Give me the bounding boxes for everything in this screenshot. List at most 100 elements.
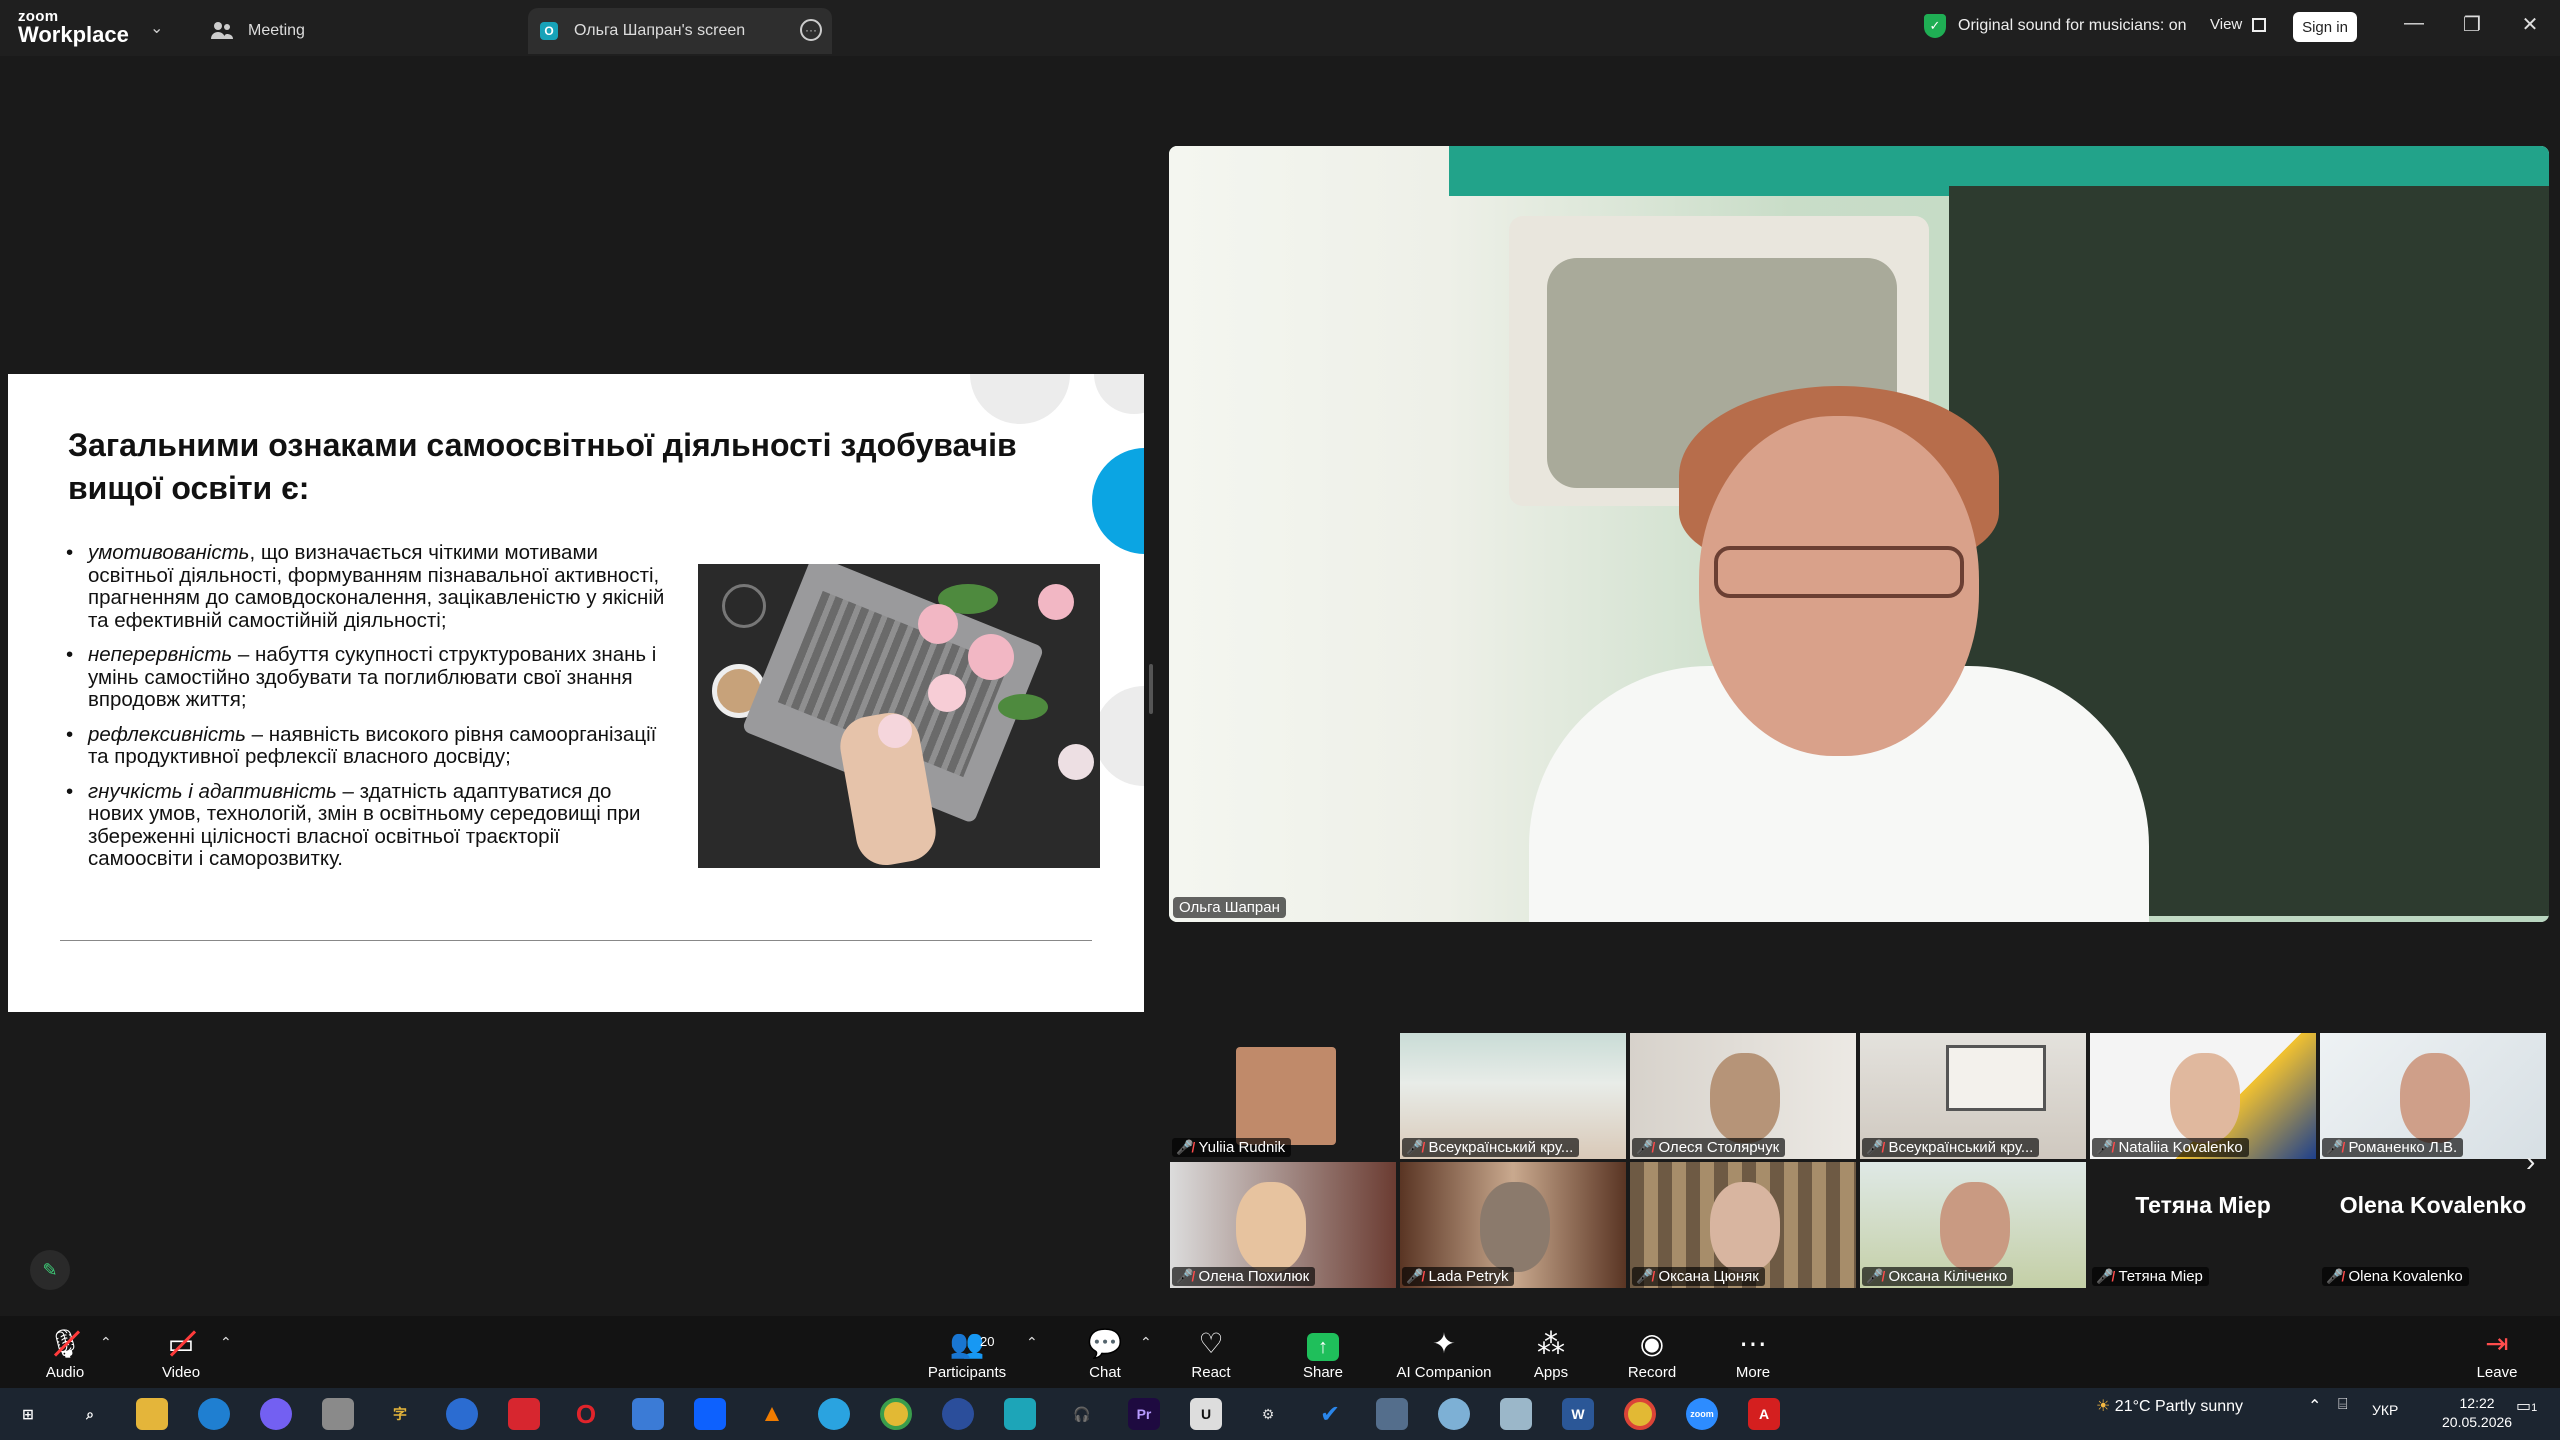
mic-muted-icon: 🎤̸ <box>2326 1268 2344 1284</box>
telegram-icon[interactable] <box>818 1398 850 1430</box>
partly-sunny-icon: ☀ <box>2096 1398 2111 1415</box>
participant-tile[interactable]: 🎤̸ Романенко Л.В. <box>2320 1033 2546 1159</box>
mic-muted-icon: 🎤̸ <box>1176 1139 1194 1155</box>
app-icon[interactable] <box>322 1398 354 1430</box>
view-button[interactable]: View <box>2210 16 2267 33</box>
headset-icon[interactable]: 🎧 <box>1066 1398 1098 1430</box>
apps-icon: ⁂ <box>1537 1328 1565 1359</box>
apps-button[interactable]: ⁂ Apps <box>1496 1326 1606 1381</box>
participant-tile[interactable]: 🎤̸ Всеукраїнський кру... <box>1400 1033 1626 1159</box>
leave-button[interactable]: ⇥ Leave <box>2442 1326 2552 1381</box>
chevron-up-icon[interactable]: ⌃ <box>1140 1334 1152 1351</box>
mic-muted-icon: 🎤̸ <box>1866 1268 1884 1284</box>
decor-circle <box>1094 686 1144 786</box>
speaker-name-label: Ольга Шапран <box>1173 897 1286 918</box>
mic-muted-icon: 🎤̸ <box>1866 1139 1884 1155</box>
chrome-icon[interactable] <box>880 1398 912 1430</box>
app-icon[interactable] <box>1500 1398 1532 1430</box>
original-sound-indicator[interactable]: ✓ Original sound for musicians: on <box>1924 14 2187 38</box>
mic-muted-icon: 🎤̸ <box>1636 1139 1654 1155</box>
store-icon[interactable] <box>632 1398 664 1430</box>
chevron-up-icon[interactable]: ⌃ <box>1026 1334 1038 1351</box>
weather-widget[interactable]: ☀ 21°C Partly sunny <box>2096 1396 2243 1416</box>
app-icon[interactable] <box>1376 1398 1408 1430</box>
acrobat-icon[interactable]: A <box>1748 1398 1780 1430</box>
participant-tile[interactable]: 🎤̸ Оксана Цюняк <box>1630 1162 1856 1288</box>
minimize-icon[interactable]: — <box>2394 12 2434 35</box>
avatar: O <box>540 22 558 40</box>
zoom-icon[interactable]: zoom <box>1686 1398 1718 1430</box>
more-button[interactable]: ⋯ More <box>1698 1326 1808 1381</box>
participant-tile[interactable]: 🎤̸ Lada Petryk <box>1400 1162 1626 1288</box>
laptop-flowers-photo <box>698 564 1100 868</box>
chevron-up-icon[interactable]: ⌃ <box>220 1334 232 1351</box>
slide-bullet-list: умотивованість, що визначається чіткими … <box>66 541 666 883</box>
participants-icon: 👥 20 <box>949 1328 995 1359</box>
tab-shared-screen[interactable]: O Ольга Шапран's screen ··· <box>528 8 832 54</box>
share-button[interactable]: ↑ Share <box>1268 1326 1378 1381</box>
shield-check-icon: ✓ <box>1924 14 1946 38</box>
more-options-icon[interactable]: ··· <box>800 19 822 41</box>
steam-icon[interactable]: ⚙ <box>1252 1398 1284 1430</box>
app-icon[interactable] <box>446 1398 478 1430</box>
participant-tile[interactable]: Тетяна Міер 🎤̸ Тетяна Міер <box>2090 1162 2316 1288</box>
vlc-icon[interactable]: ▲ <box>756 1398 788 1430</box>
dropbox-icon[interactable] <box>694 1398 726 1430</box>
sparkle-icon: ✦ <box>1432 1328 1456 1359</box>
participant-tile[interactable]: 🎤̸ Yuliia Rudnik <box>1170 1033 1396 1159</box>
participant-tile[interactable]: 🎤̸ Олена Похилюк <box>1170 1162 1396 1288</box>
edge-icon[interactable] <box>198 1398 230 1430</box>
todo-check-icon[interactable]: ✔ <box>1314 1398 1346 1430</box>
app-icon[interactable]: U <box>1190 1398 1222 1430</box>
word-icon[interactable]: W <box>1562 1398 1594 1430</box>
tab-meeting[interactable]: Meeting <box>210 8 510 54</box>
participants-button[interactable]: 👥 20 Participants <box>912 1326 1022 1381</box>
decor-circle <box>1094 374 1144 414</box>
list-item: гнучкість і адаптивність – здатність ада… <box>66 780 666 871</box>
chrome-icon[interactable] <box>1624 1398 1656 1430</box>
search-icon[interactable]: ⌕ <box>74 1398 106 1430</box>
active-speaker-video[interactable]: Ольга Шапран <box>1169 146 2549 922</box>
react-button[interactable]: ♡ React <box>1156 1326 1266 1381</box>
language-indicator[interactable]: УКР <box>2372 1402 2398 1418</box>
split-resize-handle[interactable] <box>1149 664 1153 714</box>
windows-start-icon[interactable]: ⊞ <box>12 1398 44 1430</box>
title-bar: zoom Workplace ⌄ Meeting O Ольга Шапран'… <box>0 0 2560 56</box>
annotate-pen-icon[interactable]: ✎ <box>30 1250 70 1290</box>
clock[interactable]: 12:22 20.05.2026 <box>2442 1394 2512 1432</box>
participant-tile[interactable]: Olena Kovalenko 🎤̸ Olena Kovalenko <box>2320 1162 2546 1288</box>
record-button[interactable]: ◉ Record <box>1597 1326 1707 1381</box>
app-icon[interactable] <box>508 1398 540 1430</box>
chevron-up-icon[interactable]: ⌃ <box>2308 1396 2321 1416</box>
record-icon: ◉ <box>1639 1328 1665 1359</box>
file-explorer-icon[interactable] <box>136 1398 168 1430</box>
grid-icon <box>2252 17 2267 32</box>
notification-icon[interactable]: ▭1 <box>2516 1396 2537 1416</box>
close-icon[interactable]: ✕ <box>2510 12 2550 37</box>
mic-muted-icon: 🎤̸ <box>1406 1268 1424 1284</box>
ai-companion-button[interactable]: ✦ AI Companion <box>1384 1326 1504 1381</box>
zoom-workplace-logo[interactable]: zoom Workplace <box>18 9 129 46</box>
participant-tile[interactable]: 🎤̸ Оксана Кіліченко <box>1860 1162 2086 1288</box>
app-icon[interactable]: 字 <box>384 1398 416 1430</box>
chevron-down-icon[interactable]: ⌄ <box>150 18 163 38</box>
participant-tile[interactable]: 🎤̸ Всеукраїнський кру... <box>1860 1033 2086 1159</box>
chevron-right-icon[interactable]: › <box>2526 1146 2535 1178</box>
premiere-icon[interactable]: Pr <box>1128 1398 1160 1430</box>
windows-taskbar: ⊞ ⌕ 字 O ▲ 🎧 Pr U ⚙ ✔ W zoom A ☀ 21°C Par… <box>0 1388 2560 1440</box>
chevron-up-icon[interactable]: ⌃ <box>100 1334 112 1351</box>
opera-icon[interactable]: O <box>570 1398 602 1430</box>
network-icon[interactable]: ⌸ <box>2338 1396 2348 1414</box>
more-icon: ⋯ <box>1739 1328 1767 1359</box>
app-icon[interactable] <box>1438 1398 1470 1430</box>
participant-tile[interactable]: 🎤̸ Олеся Столярчук <box>1630 1033 1856 1159</box>
sign-in-button[interactable]: Sign in <box>2293 12 2357 42</box>
participant-tile[interactable]: 🎤̸ Nataliia Kovalenko <box>2090 1033 2316 1159</box>
meeting-toolbar: 🎙 Audio ⌃ ▭ Video ⌃ 👥20 Participants ⌃ 💬… <box>0 1316 2560 1388</box>
viber-icon[interactable] <box>260 1398 292 1430</box>
restore-icon[interactable]: ❐ <box>2452 12 2492 37</box>
list-item: умотивованість, що визначається чіткими … <box>66 541 666 632</box>
app-icon[interactable] <box>942 1398 974 1430</box>
app-icon[interactable] <box>1004 1398 1036 1430</box>
mic-muted-icon: 🎤̸ <box>2326 1139 2344 1155</box>
